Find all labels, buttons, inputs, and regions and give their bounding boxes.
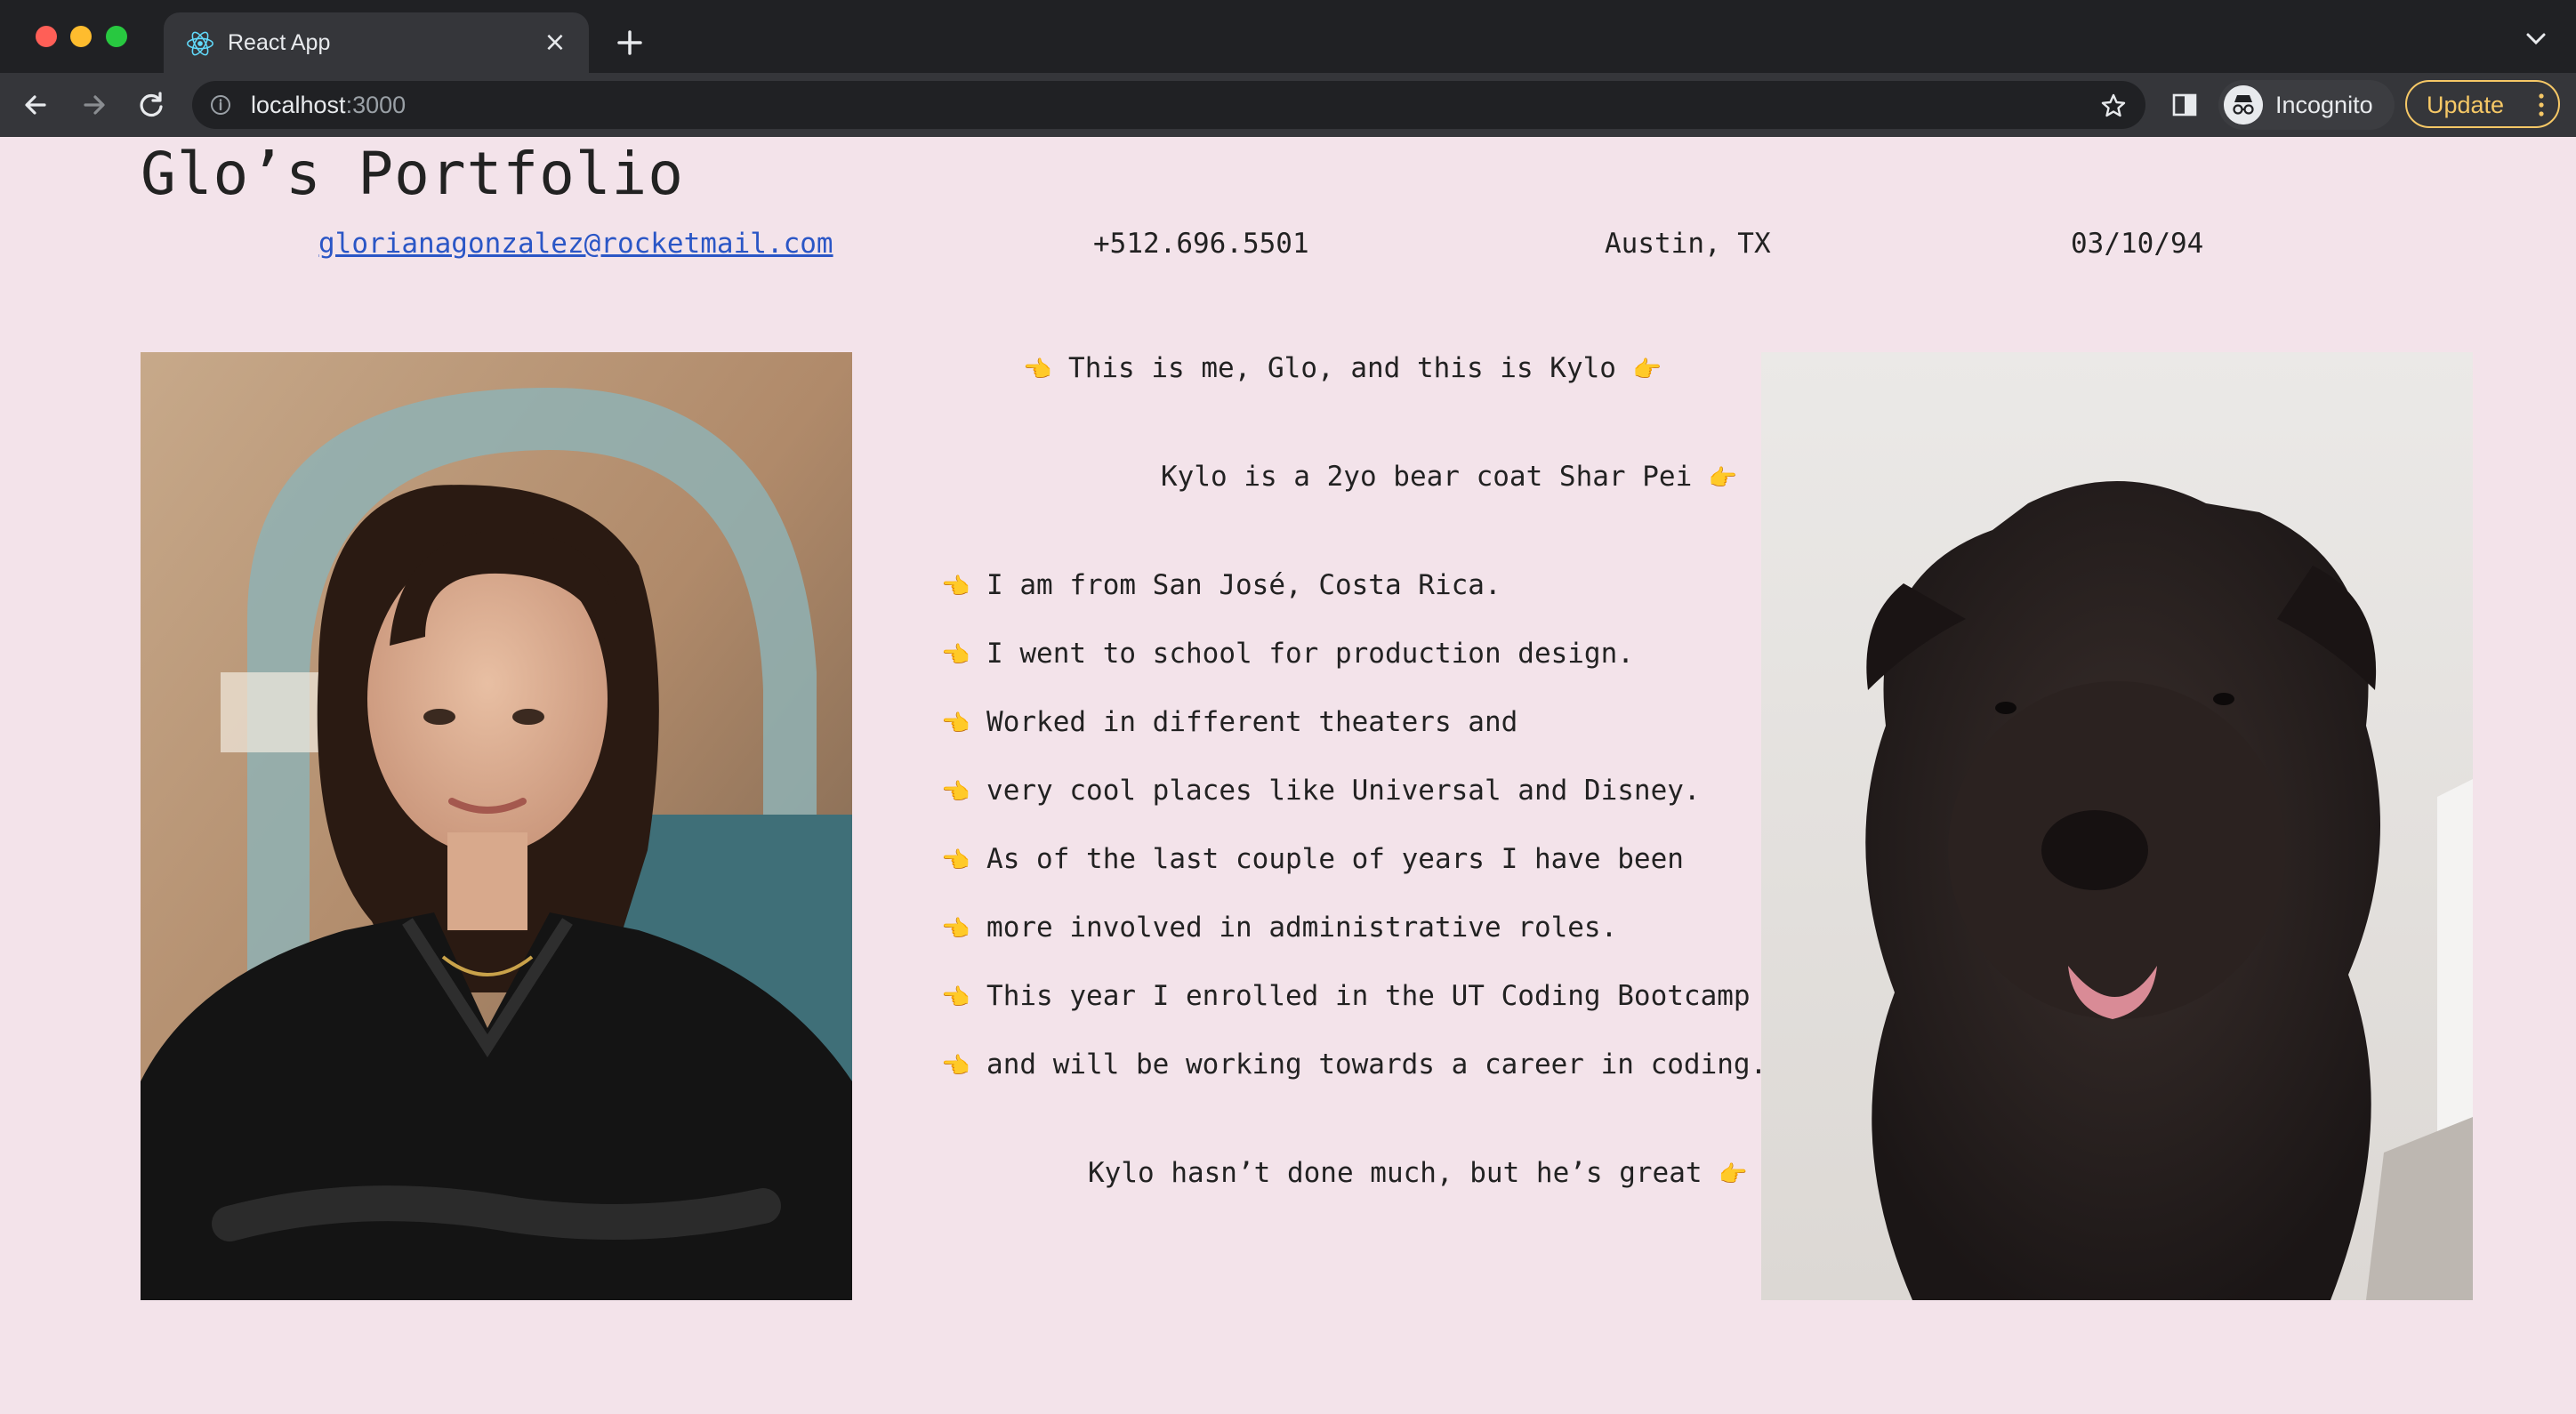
forward-icon[interactable] bbox=[78, 89, 110, 121]
list-item-text: As of the last couple of years I have be… bbox=[986, 843, 1684, 875]
tab-title: React App bbox=[228, 30, 331, 55]
kylo-photo bbox=[1761, 352, 2473, 1300]
list-item-text: very cool places like Universal and Disn… bbox=[986, 775, 1701, 807]
page-title: Glo’s Portfolio bbox=[141, 140, 685, 208]
profile-button[interactable]: Incognito bbox=[2218, 80, 2395, 130]
maximize-window-button[interactable] bbox=[106, 26, 127, 47]
list-item: 👈 and will be working towards a career i… bbox=[941, 1047, 1767, 1084]
list-item-text: This year I enrolled in the UT Coding Bo… bbox=[986, 980, 1751, 1012]
pointing-left-icon: 👈 bbox=[941, 711, 970, 737]
intro-text: This is me, Glo, and this is Kylo bbox=[1068, 352, 1616, 384]
phone-number: +512.696.5501 bbox=[1093, 228, 1309, 260]
close-icon[interactable]: × bbox=[541, 28, 569, 57]
pointing-right-icon: 👉 bbox=[1632, 357, 1662, 383]
list-item-text: and will be working towards a career in … bbox=[986, 1048, 1767, 1081]
list-item: 👈 As of the last couple of years I have … bbox=[941, 841, 1684, 879]
kebab-menu-icon[interactable] bbox=[2537, 92, 2546, 117]
kylo-note-text: Kylo hasn’t done much, but he’s great bbox=[1088, 1157, 1703, 1189]
close-window-button[interactable] bbox=[36, 26, 57, 47]
kylo-breed-text: Kylo is a 2yo bear coat Shar Pei bbox=[1161, 461, 1693, 493]
list-item: 👈 I went to school for production design… bbox=[941, 636, 1634, 673]
list-item: 👈 Worked in different theaters and bbox=[941, 704, 1517, 742]
intro-line: 👈 This is me, Glo, and this is Kylo 👉 bbox=[1023, 350, 1662, 388]
browser-tab[interactable]: React App × bbox=[164, 12, 589, 73]
react-logo-icon bbox=[187, 31, 213, 56]
email-link[interactable]: glorianagonzalez@rocketmail.com bbox=[318, 226, 833, 261]
incognito-icon bbox=[2224, 85, 2263, 125]
pointing-left-icon: 👈 bbox=[1023, 357, 1052, 383]
profile-label: Incognito bbox=[2275, 92, 2373, 118]
side-panel-icon[interactable] bbox=[2170, 91, 2199, 119]
update-button[interactable]: Update bbox=[2405, 80, 2560, 128]
reload-icon[interactable] bbox=[135, 89, 167, 121]
location-text: Austin, TX bbox=[1605, 228, 1771, 260]
pointing-left-icon: 👈 bbox=[941, 848, 970, 874]
chevron-down-icon[interactable] bbox=[2523, 30, 2549, 48]
birthdate-text: 03/10/94 bbox=[2071, 228, 2204, 260]
list-item: 👈 very cool places like Universal and Di… bbox=[941, 773, 1701, 810]
list-item-text: Worked in different theaters and bbox=[986, 706, 1518, 738]
browser-toolbar: localhost:3000 Incognito Update bbox=[0, 73, 2576, 137]
pointing-left-icon: 👈 bbox=[941, 1053, 970, 1080]
plus-icon[interactable] bbox=[612, 25, 648, 60]
pointing-left-icon: 👈 bbox=[941, 984, 970, 1011]
star-icon[interactable] bbox=[2099, 92, 2128, 120]
glo-photo bbox=[141, 352, 852, 1300]
address-bar[interactable]: localhost:3000 bbox=[192, 81, 2145, 129]
pointing-right-icon: 👉 bbox=[1708, 465, 1738, 492]
url-text: localhost:3000 bbox=[251, 90, 406, 120]
list-item-text: more involved in administrative roles. bbox=[986, 912, 1618, 944]
minimize-window-button[interactable] bbox=[70, 26, 92, 47]
browser-titlebar: React App × bbox=[0, 0, 2576, 73]
update-label: Update bbox=[2427, 92, 2505, 118]
list-item: 👈 I am from San José, Costa Rica. bbox=[941, 567, 1501, 605]
pointing-left-icon: 👈 bbox=[941, 642, 970, 669]
info-icon[interactable] bbox=[210, 94, 231, 116]
pointing-left-icon: 👈 bbox=[941, 916, 970, 943]
kylo-breed-line: Kylo is a 2yo bear coat Shar Pei 👉 bbox=[1161, 459, 1737, 496]
list-item: 👈 This year I enrolled in the UT Coding … bbox=[941, 978, 1751, 1016]
kylo-note-line: Kylo hasn’t done much, but he’s great 👉 bbox=[1088, 1155, 1748, 1193]
pointing-right-icon: 👉 bbox=[1719, 1161, 1748, 1188]
url-port: :3000 bbox=[345, 92, 407, 118]
pointing-left-icon: 👈 bbox=[941, 779, 970, 806]
pointing-left-icon: 👈 bbox=[941, 574, 970, 600]
list-item: 👈 more involved in administrative roles. bbox=[941, 910, 1617, 947]
list-item-text: I am from San José, Costa Rica. bbox=[986, 569, 1501, 601]
back-icon[interactable] bbox=[20, 89, 52, 121]
list-item-text: I went to school for production design. bbox=[986, 638, 1634, 670]
url-host: localhost bbox=[251, 92, 346, 118]
